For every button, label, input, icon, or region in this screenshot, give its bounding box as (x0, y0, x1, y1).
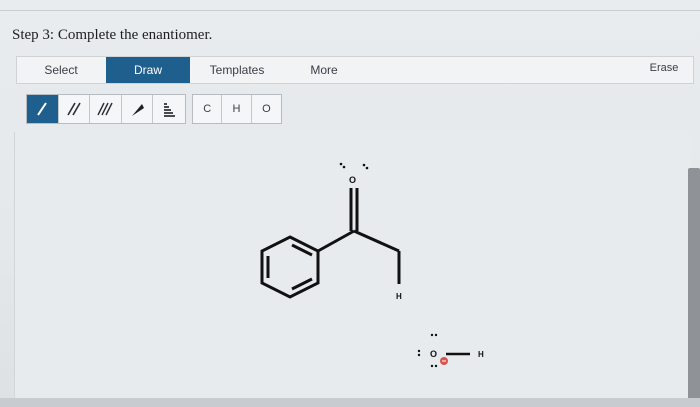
carbon-chain (317, 188, 401, 284)
oxygen-lone-pairs (339, 162, 369, 170)
question-screen: Step 3: Complete the enantiomer. Select … (0, 0, 700, 407)
bottom-bezel (0, 398, 700, 407)
molecule-drawing: O H O H (260, 162, 484, 368)
benzene-ring (260, 235, 320, 299)
chain-hydrogen-label: H (396, 292, 402, 301)
hydroxide-oxygen-label: O (430, 349, 437, 359)
hydroxide-hydrogen-label: H (478, 350, 484, 359)
scrollbar[interactable] (688, 168, 700, 400)
carbonyl-oxygen-label: O (349, 175, 356, 185)
